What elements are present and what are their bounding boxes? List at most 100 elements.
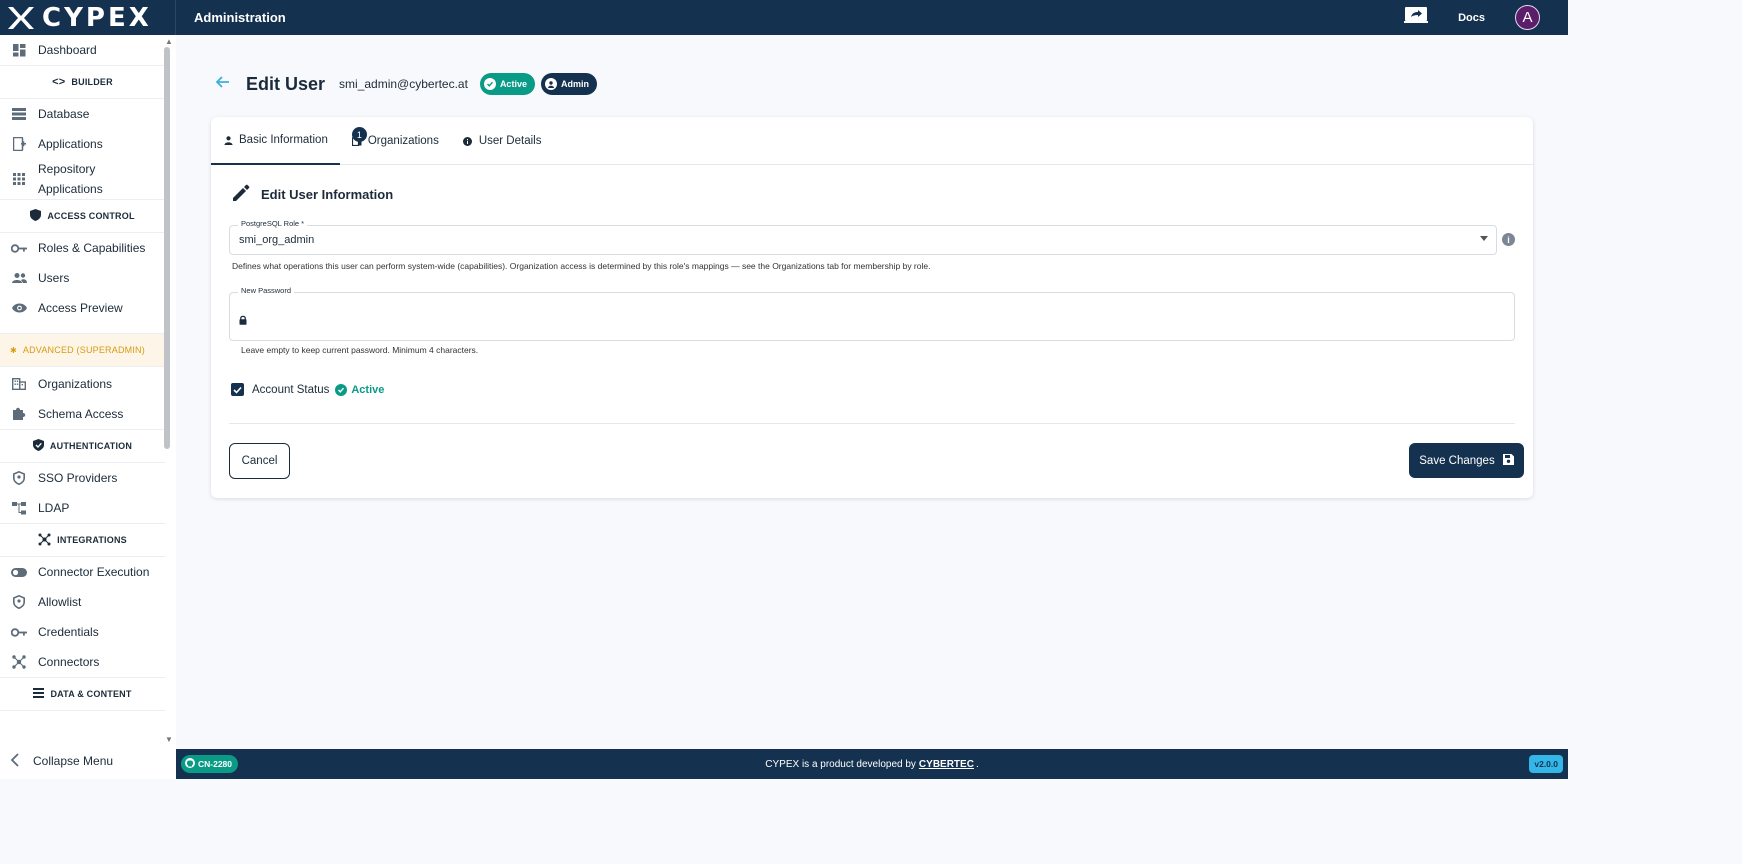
sidebar-item-connectors[interactable]: Connectors [0, 647, 165, 677]
postgresql-role-select[interactable]: PostgreSQL Role * smi_org_admin [229, 219, 1497, 255]
build-badge[interactable]: CN-2280 [181, 755, 239, 773]
verified-shield-icon [32, 439, 44, 453]
sidebar-item-label: Credentials [38, 625, 99, 639]
footer-text: CYPEX is a product developed by [765, 758, 916, 770]
chevron-left-icon [10, 752, 19, 770]
eye-icon [11, 300, 27, 316]
pencil-icon [231, 183, 251, 206]
app-root: CYPEX Administration Docs A Dashboard <>… [0, 0, 1568, 779]
cybertec-link[interactable]: CYBERTEC [919, 759, 974, 770]
new-password-field[interactable]: New Password [229, 286, 1515, 341]
section-header-integrations: INTEGRATIONS [0, 523, 165, 557]
label-line-2: Applications [38, 182, 103, 196]
list-icon [33, 688, 45, 700]
role-helper-text: Defines what operations this user can pe… [232, 261, 931, 271]
sidebar-scroll-area[interactable]: Dashboard <> BUILDER Database Applicatio… [0, 35, 165, 747]
role-badge-label: Admin [560, 79, 589, 89]
sidebar-item-applications[interactable]: Applications [0, 129, 165, 159]
sidebar: Dashboard <> BUILDER Database Applicatio… [0, 35, 176, 779]
section-header-label: DATA & CONTENT [50, 689, 132, 699]
puzzle-icon [11, 406, 27, 422]
role-info-icon[interactable]: i [1502, 233, 1515, 246]
section-header-builder: <> BUILDER [0, 65, 165, 99]
user-avatar[interactable]: A [1515, 5, 1540, 30]
sidebar-item-allowlist[interactable]: Allowlist [0, 587, 165, 617]
collapse-menu-button[interactable]: Collapse Menu [0, 746, 165, 776]
form-divider [229, 423, 1515, 424]
postgresql-role-label: PostgreSQL Role * [238, 219, 308, 228]
dashboard-icon [11, 42, 27, 58]
tab-basic-information[interactable]: Basic Information [211, 117, 340, 165]
user-email: smi_admin@cybertec.at [339, 77, 468, 91]
tab-organizations[interactable]: 1 Organizations [340, 117, 451, 165]
info-icon [463, 136, 473, 146]
sidebar-item-label: Dashboard [38, 43, 97, 57]
hub-icon [11, 654, 27, 670]
footer-text-end: . [975, 758, 979, 770]
sidebar-item-label: Organizations [38, 377, 113, 391]
page-header: Edit User smi_admin@cybertec.at Active A… [215, 73, 597, 95]
sidebar-item-sso[interactable]: SSO Providers [0, 463, 165, 493]
sidebar-item-repository-applications[interactable]: Repository Applications [0, 159, 165, 199]
sidebar-item-schema-access[interactable]: Schema Access [0, 399, 165, 429]
footer: CN-2280 CYPEX is a product developed by … [176, 749, 1568, 779]
sidebar-item-label: Database [38, 107, 90, 121]
brand-logo[interactable]: CYPEX [0, 0, 176, 35]
sidebar-item-label: Repository Applications [38, 159, 103, 199]
section-header-authentication: AUTHENTICATION [0, 429, 165, 463]
app-add-icon [11, 136, 27, 152]
docs-link[interactable]: Docs [1458, 12, 1485, 24]
sidebar-item-label: SSO Providers [38, 471, 118, 485]
lock-icon [239, 312, 247, 330]
top-bar: CYPEX Administration Docs A [0, 0, 1568, 35]
tab-bar: Basic Information 1 Organizations User D… [211, 117, 1533, 165]
sidebar-item-connector-execution[interactable]: Connector Execution [0, 557, 165, 587]
apps-grid-icon [11, 171, 27, 187]
tab-label: User Details [478, 135, 542, 147]
section-header-data-content: DATA & CONTENT [0, 677, 165, 711]
account-status-indicator: Active [335, 383, 384, 396]
sidebar-item-organizations[interactable]: Organizations [0, 369, 165, 399]
sidebar-item-label: Users [38, 271, 70, 285]
sidebar-item-label: Applications [38, 137, 103, 151]
tab-label: Organizations [367, 135, 439, 147]
chevron-down-icon[interactable] [1480, 236, 1488, 241]
back-arrow-icon[interactable] [215, 75, 230, 93]
cancel-button[interactable]: Cancel [229, 443, 290, 479]
label-line-1: Repository [38, 162, 96, 176]
sidebar-item-dashboard[interactable]: Dashboard [0, 35, 165, 65]
save-changes-button[interactable]: Save Changes [1409, 443, 1524, 478]
sidebar-item-ldap[interactable]: LDAP [0, 493, 165, 523]
share-icon[interactable] [1404, 6, 1429, 29]
code-icon: <> [52, 76, 66, 88]
organizations-count-badge: 1 [351, 127, 367, 142]
sidebar-item-label: Access Preview [38, 301, 123, 315]
main-content: Edit User smi_admin@cybertec.at Active A… [176, 35, 1568, 749]
hierarchy-icon [11, 500, 27, 516]
account-status-row: Account Status Active [231, 383, 384, 396]
sidebar-item-label: Allowlist [38, 595, 82, 609]
section-title: Administration [194, 10, 286, 25]
check-circle-icon [335, 383, 348, 396]
tab-user-details[interactable]: User Details [451, 117, 554, 165]
role-badge: Admin [540, 73, 597, 95]
star-icon: ✱ [10, 345, 17, 355]
sidebar-item-access-preview[interactable]: Access Preview [0, 293, 165, 323]
users-icon [11, 270, 27, 286]
sidebar-item-label: LDAP [38, 501, 70, 515]
collapse-menu-label: Collapse Menu [33, 754, 114, 768]
sidebar-item-credentials[interactable]: Credentials [0, 617, 165, 647]
tab-label: Basic Information [239, 134, 328, 146]
sidebar-scrollbar[interactable] [164, 47, 170, 449]
sidebar-item-database[interactable]: Database [0, 99, 165, 129]
account-status-checkbox[interactable] [231, 383, 244, 396]
scroll-up-arrow-icon[interactable]: ▲ [165, 37, 173, 46]
sidebar-item-users[interactable]: Users [0, 263, 165, 293]
sidebar-item-label: Roles & Capabilities [38, 241, 146, 255]
sidebar-item-label: Schema Access [38, 407, 124, 421]
scroll-down-arrow-icon[interactable]: ▼ [165, 735, 173, 744]
status-badge: Active [479, 73, 535, 95]
sidebar-item-roles[interactable]: Roles & Capabilities [0, 233, 165, 263]
sidebar-item-label: Connectors [38, 655, 100, 669]
building-icon [11, 376, 27, 392]
